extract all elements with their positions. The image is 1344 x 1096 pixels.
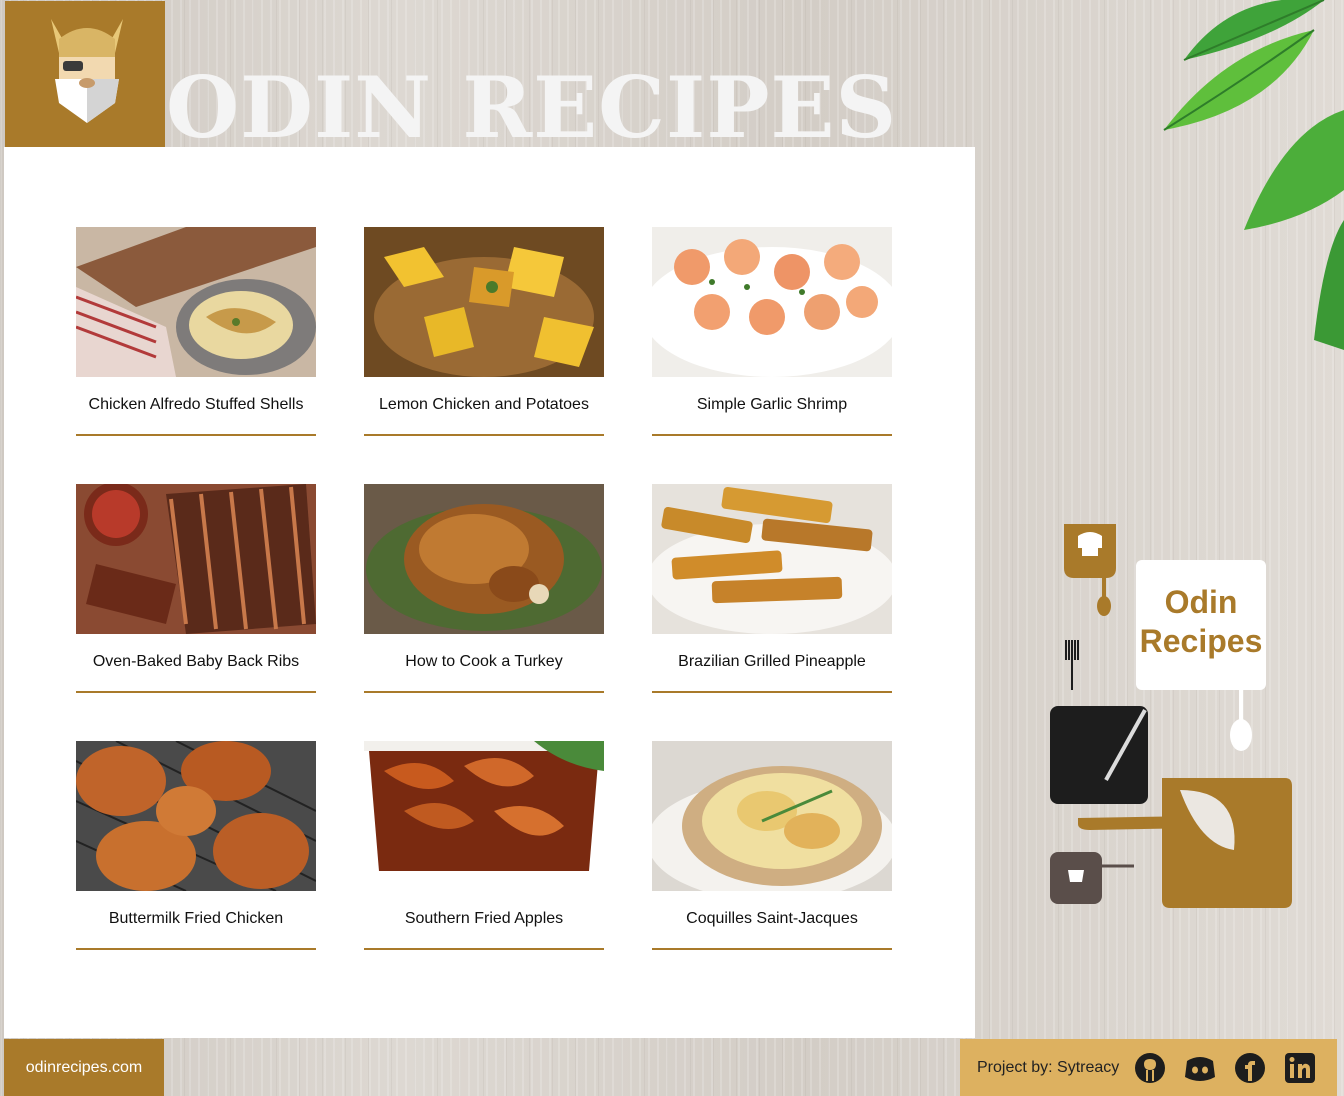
recipe-image[interactable]: [76, 227, 316, 377]
card-divider: [76, 434, 316, 436]
recipe-card[interactable]: Southern Fried Apples: [364, 741, 604, 950]
recipe-image[interactable]: [76, 741, 316, 891]
discord-icon[interactable]: [1183, 1051, 1217, 1085]
recipe-title[interactable]: Buttermilk Fried Chicken: [109, 910, 283, 928]
github-icon[interactable]: [1133, 1051, 1167, 1085]
side-graphic-line1: Odin: [1165, 584, 1238, 620]
recipe-grid: Chicken Alfredo Stuffed Shells Lemon Chi…: [76, 227, 892, 950]
recipe-card[interactable]: Buttermilk Fried Chicken: [76, 741, 316, 950]
footer-credits: Project by: Sytreacy: [960, 1039, 1337, 1096]
leaves-decoration: [1163, 0, 1344, 350]
recipe-card[interactable]: Brazilian Grilled Pineapple: [652, 484, 892, 693]
recipe-card[interactable]: Oven-Baked Baby Back Ribs: [76, 484, 316, 693]
linkedin-icon[interactable]: [1283, 1051, 1317, 1085]
recipe-image[interactable]: [652, 227, 892, 377]
recipe-card[interactable]: Lemon Chicken and Potatoes: [364, 227, 604, 436]
card-divider: [652, 434, 892, 436]
recipe-image[interactable]: [364, 227, 604, 377]
card-divider: [76, 691, 316, 693]
facebook-icon[interactable]: [1233, 1051, 1267, 1085]
recipe-title[interactable]: Lemon Chicken and Potatoes: [379, 396, 589, 414]
recipe-image[interactable]: [652, 741, 892, 891]
card-divider: [364, 691, 604, 693]
recipe-card[interactable]: How to Cook a Turkey: [364, 484, 604, 693]
card-divider: [76, 948, 316, 950]
recipe-image[interactable]: [652, 484, 892, 634]
recipe-title[interactable]: How to Cook a Turkey: [405, 653, 562, 671]
recipe-title[interactable]: Chicken Alfredo Stuffed Shells: [89, 396, 304, 414]
recipe-title[interactable]: Oven-Baked Baby Back Ribs: [93, 653, 299, 671]
recipe-title[interactable]: Southern Fried Apples: [405, 910, 563, 928]
recipe-card[interactable]: Simple Garlic Shrimp: [652, 227, 892, 436]
recipe-image[interactable]: [76, 484, 316, 634]
recipe-panel: Chicken Alfredo Stuffed Shells Lemon Chi…: [4, 147, 975, 1038]
recipe-card[interactable]: Chicken Alfredo Stuffed Shells: [76, 227, 316, 436]
recipe-image[interactable]: [364, 741, 604, 891]
card-divider: [652, 691, 892, 693]
card-divider: [364, 434, 604, 436]
side-graphic-line2: Recipes: [1140, 623, 1263, 659]
recipe-image[interactable]: [364, 484, 604, 634]
logo-box[interactable]: [5, 1, 165, 147]
card-divider: [652, 948, 892, 950]
recipe-title[interactable]: Simple Garlic Shrimp: [697, 396, 847, 414]
recipe-card[interactable]: Coquilles Saint-Jacques: [652, 741, 892, 950]
recipe-title[interactable]: Coquilles Saint-Jacques: [686, 910, 858, 928]
footer-site-link[interactable]: odinrecipes.com: [4, 1039, 164, 1096]
site-title: ODIN RECIPES: [166, 58, 898, 147]
footer-site-text[interactable]: odinrecipes.com: [26, 1059, 143, 1077]
side-graphic: Odin Recipes: [1040, 520, 1310, 924]
viking-head-icon: [51, 19, 123, 123]
footer-credit-text: Project by: Sytreacy: [977, 1058, 1120, 1076]
recipe-title[interactable]: Brazilian Grilled Pineapple: [678, 653, 866, 671]
card-divider: [364, 948, 604, 950]
